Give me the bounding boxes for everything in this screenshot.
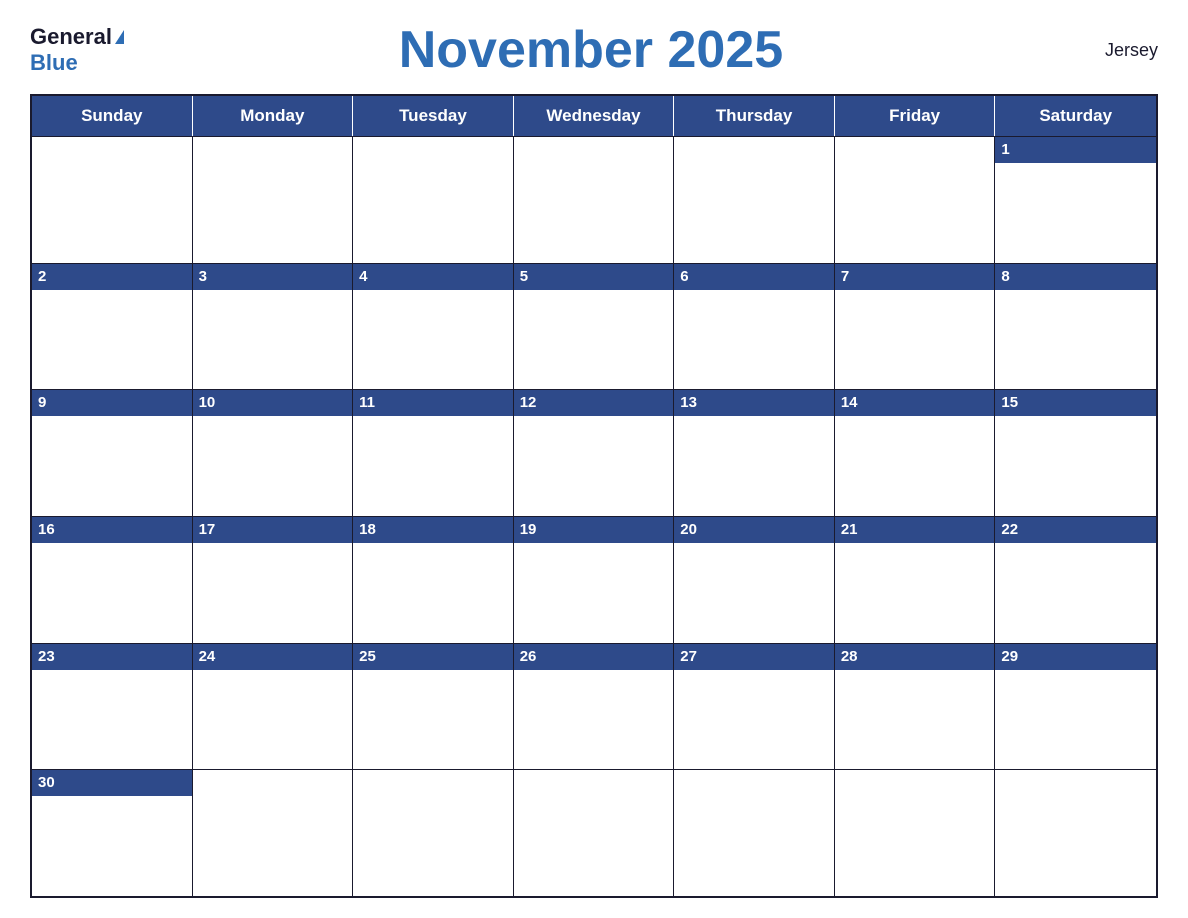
header-thursday: Thursday [674,96,835,136]
day-cell-3-0: 16 [32,517,193,643]
day-number: 8 [995,264,1156,290]
day-cell-1-0: 2 [32,264,193,390]
day-cell-4-1: 24 [193,644,354,770]
day-cell-4-3: 26 [514,644,675,770]
week-row-2: 2345678 [32,263,1156,390]
calendar: Sunday Monday Tuesday Wednesday Thursday… [30,94,1158,898]
week-row-5: 23242526272829 [32,643,1156,770]
day-cell-5-2 [353,770,514,896]
day-cell-1-6: 8 [995,264,1156,390]
region-label: Jersey [1058,40,1158,61]
day-cell-4-2: 25 [353,644,514,770]
day-cell-2-6: 15 [995,390,1156,516]
day-number: 6 [674,264,834,290]
logo: General Blue [30,24,124,76]
header-sunday: Sunday [32,96,193,136]
header-wednesday: Wednesday [514,96,675,136]
day-cell-0-2 [353,137,514,263]
week-row-1: 1 [32,136,1156,263]
day-number: 10 [193,390,353,416]
day-cell-4-4: 27 [674,644,835,770]
day-cell-4-0: 23 [32,644,193,770]
day-number: 21 [835,517,995,543]
day-cell-2-3: 12 [514,390,675,516]
day-number: 12 [514,390,674,416]
week-row-3: 9101112131415 [32,389,1156,516]
week-row-4: 16171819202122 [32,516,1156,643]
day-number: 7 [835,264,995,290]
day-cell-1-3: 5 [514,264,675,390]
day-cell-1-1: 3 [193,264,354,390]
day-number: 28 [835,644,995,670]
day-cell-0-3 [514,137,675,263]
day-cell-0-0 [32,137,193,263]
day-number: 25 [353,644,513,670]
day-number: 2 [32,264,192,290]
day-cell-2-1: 10 [193,390,354,516]
day-cell-5-5 [835,770,996,896]
day-cell-4-5: 28 [835,644,996,770]
day-number: 30 [32,770,192,796]
day-number: 13 [674,390,834,416]
day-number: 29 [995,644,1156,670]
header-tuesday: Tuesday [353,96,514,136]
day-number: 22 [995,517,1156,543]
page-title: November 2025 [124,20,1058,80]
header-friday: Friday [835,96,996,136]
day-cell-0-5 [835,137,996,263]
day-cell-3-3: 19 [514,517,675,643]
week-row-6: 30 [32,769,1156,896]
day-cell-3-2: 18 [353,517,514,643]
header-saturday: Saturday [995,96,1156,136]
day-number: 27 [674,644,834,670]
day-cell-2-4: 13 [674,390,835,516]
day-cell-2-0: 9 [32,390,193,516]
day-number: 24 [193,644,353,670]
day-cell-3-4: 20 [674,517,835,643]
day-number: 4 [353,264,513,290]
calendar-weeks: 1234567891011121314151617181920212223242… [32,136,1156,896]
day-number: 14 [835,390,995,416]
logo-general: General [30,24,112,50]
day-number: 1 [995,137,1156,163]
day-cell-1-5: 7 [835,264,996,390]
day-cell-1-4: 6 [674,264,835,390]
day-cell-4-6: 29 [995,644,1156,770]
day-cell-0-6: 1 [995,137,1156,263]
day-cell-3-6: 22 [995,517,1156,643]
day-number: 17 [193,517,353,543]
day-cell-1-2: 4 [353,264,514,390]
day-cell-0-4 [674,137,835,263]
day-cell-5-4 [674,770,835,896]
day-number: 15 [995,390,1156,416]
day-number: 5 [514,264,674,290]
header-monday: Monday [193,96,354,136]
day-cell-3-1: 17 [193,517,354,643]
day-cell-2-5: 14 [835,390,996,516]
page-header: General Blue November 2025 Jersey [30,20,1158,80]
day-cell-5-6 [995,770,1156,896]
day-number: 20 [674,517,834,543]
day-cell-5-1 [193,770,354,896]
day-number: 16 [32,517,192,543]
day-number: 18 [353,517,513,543]
day-headers-row: Sunday Monday Tuesday Wednesday Thursday… [32,96,1156,136]
day-number: 3 [193,264,353,290]
day-cell-5-0: 30 [32,770,193,896]
day-number: 23 [32,644,192,670]
logo-triangle-icon [115,30,124,44]
day-cell-3-5: 21 [835,517,996,643]
day-number: 11 [353,390,513,416]
logo-blue: Blue [30,50,78,76]
day-cell-5-3 [514,770,675,896]
day-cell-2-2: 11 [353,390,514,516]
day-number: 19 [514,517,674,543]
day-number: 26 [514,644,674,670]
day-number: 9 [32,390,192,416]
day-cell-0-1 [193,137,354,263]
